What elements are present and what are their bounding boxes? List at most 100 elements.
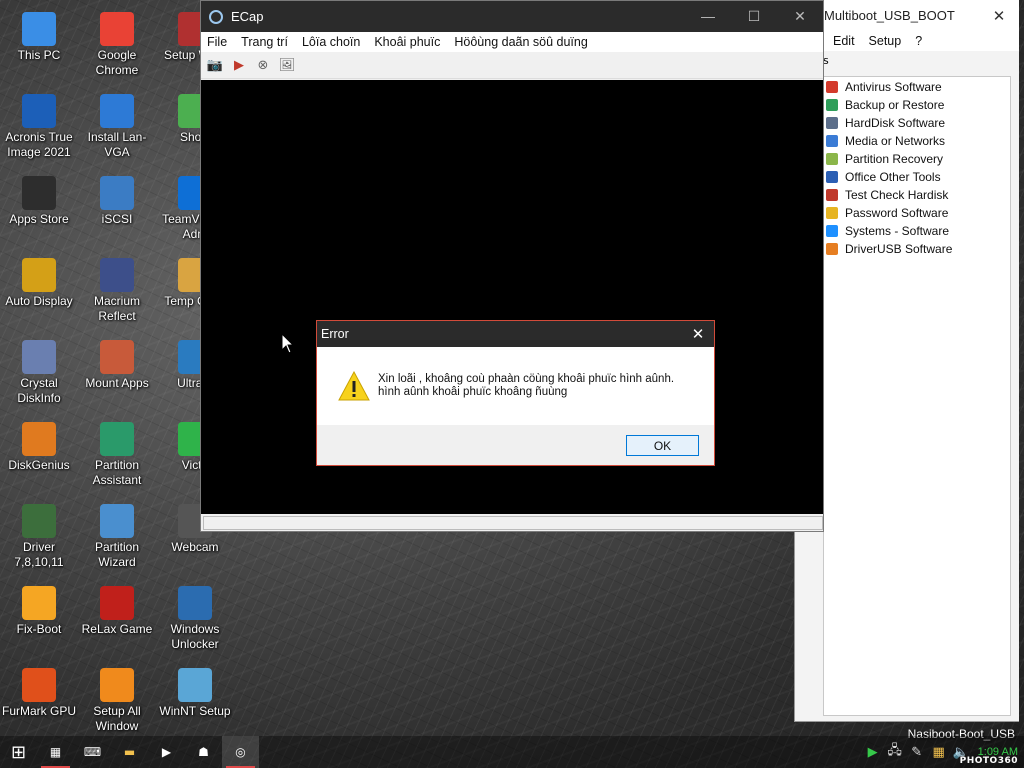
desktop-icon-label: Driver 7,8,10,11 — [14, 540, 64, 569]
maximize-icon[interactable]: ☐ — [731, 8, 777, 25]
desktop-icon[interactable]: Partition Assistant — [78, 422, 156, 488]
list-item[interactable]: Backup or Restore — [824, 96, 1010, 114]
network-tray-icon[interactable]: 🖧 — [884, 741, 906, 763]
list-item-label: Antivirus Software — [845, 80, 942, 94]
ok-button[interactable]: OK — [626, 435, 699, 456]
desktop-icon[interactable]: Crystal DiskInfo — [0, 340, 78, 406]
stop-icon[interactable]: ⊗ — [253, 55, 273, 75]
macrium-icon — [100, 258, 134, 292]
menu-decorate[interactable]: Trang trí — [241, 35, 288, 49]
desktop-icon-label: Webcam — [171, 540, 219, 554]
image-icon[interactable]: 🖼 — [277, 55, 297, 75]
ecap-taskbar-icon[interactable]: ◎ — [222, 736, 259, 768]
menu-options[interactable]: Lôïa choïn — [302, 35, 360, 49]
menu-edit[interactable]: Edit — [833, 34, 855, 48]
list-item-label: DriverUSB Software — [845, 242, 953, 256]
list-item-label: Backup or Restore — [845, 98, 945, 112]
list-item-label: HardDisk Software — [845, 116, 946, 130]
close-icon[interactable]: ✕ — [777, 8, 823, 25]
desktop-icon[interactable]: Partition Wizard — [78, 504, 156, 570]
desktop-icon-label: Crystal DiskInfo — [17, 376, 61, 405]
desktop-icon[interactable]: WinNT Setup — [156, 668, 234, 719]
keyboard-icon[interactable]: ⌨ — [74, 736, 111, 768]
desktop-icon-label: ReLax Game — [81, 622, 153, 636]
desktop-icon[interactable]: Mount Apps — [78, 340, 156, 391]
desktop-icon-label: FurMark GPU — [1, 704, 76, 718]
menu-restore[interactable]: Khoâi phuïc — [374, 35, 440, 49]
keyboard-tray-icon[interactable]: ▦ — [928, 741, 950, 763]
multiboot-window[interactable]: Multiboot_USB_BOOT ✕ Edit Setup ? s Anti… — [794, 0, 1019, 741]
desktop-icon[interactable]: Setup All Window — [78, 668, 156, 734]
desktop-icon[interactable]: Macrium Reflect — [78, 258, 156, 324]
error-message: Xin loãi , khoâng coù phaàn cöùng khoâi … — [378, 373, 674, 399]
list-item[interactable]: Media or Networks — [824, 132, 1010, 150]
ecap-title: ECap — [231, 9, 264, 24]
play-tray-icon[interactable]: ▶ — [862, 741, 884, 763]
desktop-icon-label: This PC — [17, 48, 61, 62]
desktop-icon[interactable]: ReLax Game — [78, 586, 156, 637]
desktop-icon[interactable]: FurMark GPU — [0, 668, 78, 719]
list-item[interactable]: Antivirus Software — [824, 78, 1010, 96]
setup-all-icon — [100, 668, 134, 702]
multiboot-menubar: Edit Setup ? — [795, 31, 1019, 51]
error-dialog: Error ✕ Xin loãi , khoâng coù phaàn cöùn… — [316, 320, 715, 466]
list-item[interactable]: Password Software — [824, 204, 1010, 222]
list-item[interactable]: HardDisk Software — [824, 114, 1010, 132]
menu-file[interactable]: File — [207, 35, 227, 49]
list-item[interactable]: Systems - Software — [824, 222, 1010, 240]
recovery-icon — [826, 153, 838, 165]
crystal-diskinfo-icon — [22, 340, 56, 374]
taskbar: ⊞ ▦ ⌨ ▬ ▶ ☗ ◎ ▶ 🖧 ✎ ▦ 🔈 1:09 AM PHOTO360 — [0, 736, 1024, 768]
list-item[interactable]: DriverUSB Software — [824, 240, 1010, 258]
mouse-pointer-icon — [282, 334, 294, 354]
desktop-icon-label: WinNT Setup — [159, 704, 231, 718]
list-item[interactable]: Office Other Tools — [824, 168, 1010, 186]
multiboot-title: Multiboot_USB_BOOT — [824, 8, 955, 23]
ecap-titlebar[interactable]: ECap — ☐ ✕ — [201, 1, 823, 32]
password-icon — [826, 207, 838, 219]
desktop-icon[interactable]: Fix-Boot — [0, 586, 78, 637]
desktop-icon-label: Setup All Window — [93, 704, 141, 733]
multiboot-taskbar-icon[interactable]: ▦ — [37, 736, 74, 768]
multiboot-titlebar[interactable]: Multiboot_USB_BOOT ✕ — [795, 0, 1019, 31]
media-player-icon[interactable]: ▶ — [148, 736, 185, 768]
desktop-icon[interactable]: Auto Display — [0, 258, 78, 309]
minimize-icon[interactable]: — — [685, 8, 731, 25]
list-item-label: Partition Recovery — [845, 152, 944, 166]
pen-tray-icon[interactable]: ✎ — [906, 741, 928, 763]
play-icon[interactable]: ▶ — [229, 55, 249, 75]
desktop-icon[interactable]: DiskGenius — [0, 422, 78, 473]
camera-icon[interactable]: 📷 — [205, 55, 225, 75]
test-check-icon — [826, 189, 838, 201]
partition-assistant-icon — [100, 422, 134, 456]
menu-help[interactable]: ? — [915, 34, 922, 48]
close-icon[interactable]: ✕ — [979, 7, 1019, 25]
windows-unlocker-icon — [178, 586, 212, 620]
menu-setup[interactable]: Setup — [869, 34, 902, 48]
desktop-icon[interactable]: Google Chrome — [78, 12, 156, 78]
desktop-icon-label: Install Lan-VGA — [87, 130, 147, 159]
desktop-icon[interactable]: Acronis True Image 2021 — [0, 94, 78, 160]
wifi-icon — [100, 94, 134, 128]
menu-user-guide[interactable]: Höôùng daãn söû duïng — [454, 35, 587, 49]
close-icon[interactable]: ✕ — [682, 325, 714, 343]
desktop-icon[interactable]: This PC — [0, 12, 78, 63]
chrome-icon — [100, 12, 134, 46]
desktop-icon[interactable]: Apps Store — [0, 176, 78, 227]
antivirus-icon — [826, 81, 838, 93]
desktop-icon[interactable]: Install Lan-VGA — [78, 94, 156, 160]
dialog-footer: OK — [317, 425, 714, 465]
list-item[interactable]: Test Check Hardisk — [824, 186, 1010, 204]
desktop-icon[interactable]: Driver 7,8,10,11 — [0, 504, 78, 570]
warning-icon — [338, 371, 370, 401]
desktop-icon[interactable]: Windows Unlocker — [156, 586, 234, 652]
desktop-icon[interactable]: iSCSI — [78, 176, 156, 227]
people-icon[interactable]: ☗ — [185, 736, 222, 768]
tools-icon — [100, 340, 134, 374]
start-icon[interactable]: ⊞ — [0, 736, 37, 768]
desktop-icon-label: iSCSI — [101, 212, 133, 226]
driver-icon — [22, 504, 56, 538]
dialog-titlebar[interactable]: Error ✕ — [317, 321, 714, 347]
file-explorer-icon[interactable]: ▬ — [111, 736, 148, 768]
list-item[interactable]: Partition Recovery — [824, 150, 1010, 168]
